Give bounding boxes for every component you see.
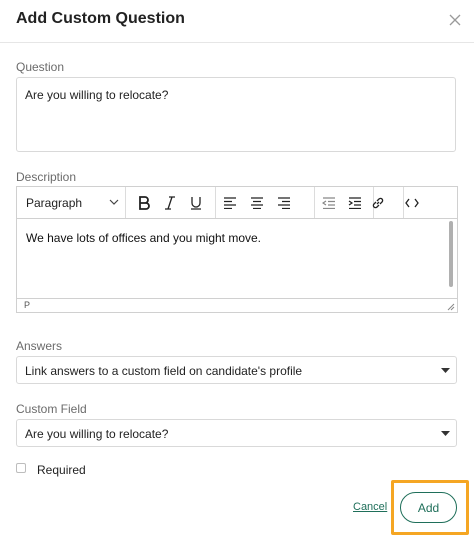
align-left-icon[interactable] — [219, 192, 241, 214]
close-icon[interactable] — [446, 11, 464, 29]
question-value: Are you willing to relocate? — [25, 88, 169, 102]
underline-icon[interactable] — [185, 192, 207, 214]
dialog-header: Add Custom Question — [0, 0, 474, 43]
custom-field-label: Custom Field — [16, 402, 87, 416]
dialog-title: Add Custom Question — [16, 10, 185, 27]
editor-status-bar: P — [17, 298, 457, 313]
format-select[interactable]: Paragraph — [17, 187, 125, 218]
custom-field-select-value: Are you willing to relocate? — [25, 427, 169, 441]
editor-scrollbar[interactable] — [449, 221, 453, 287]
link-icon[interactable] — [367, 192, 389, 214]
align-right-icon[interactable] — [273, 192, 295, 214]
required-checkbox[interactable] — [16, 463, 26, 473]
editor-content[interactable]: We have lots of offices and you might mo… — [26, 231, 261, 245]
indent-icon[interactable] — [344, 192, 366, 214]
caret-down-icon — [441, 368, 450, 373]
question-label: Question — [16, 60, 65, 74]
custom-field-select[interactable]: Are you willing to relocate? — [16, 419, 457, 447]
element-path: P — [24, 300, 31, 310]
italic-icon[interactable] — [159, 192, 181, 214]
outdent-icon[interactable] — [318, 192, 340, 214]
align-center-icon[interactable] — [246, 192, 268, 214]
answers-select-value: Link answers to a custom field on candid… — [25, 364, 303, 378]
format-select-value: Paragraph — [26, 196, 83, 210]
code-icon[interactable] — [401, 192, 423, 214]
caret-down-icon — [441, 431, 450, 436]
description-editor: Paragraph We have lots of offices and yo… — [16, 186, 458, 313]
cancel-button[interactable]: Cancel — [353, 501, 387, 513]
question-field[interactable]: Are you willing to relocate? — [16, 77, 456, 152]
answers-select[interactable]: Link answers to a custom field on candid… — [16, 356, 457, 384]
resize-handle-icon[interactable] — [447, 303, 455, 311]
bold-icon[interactable] — [133, 192, 155, 214]
answers-label: Answers — [16, 339, 63, 353]
editor-toolbar: Paragraph — [17, 187, 457, 219]
description-label: Description — [16, 170, 77, 184]
chevron-down-icon — [109, 199, 119, 205]
add-button[interactable]: Add — [400, 492, 457, 523]
required-label: Required — [37, 463, 86, 477]
